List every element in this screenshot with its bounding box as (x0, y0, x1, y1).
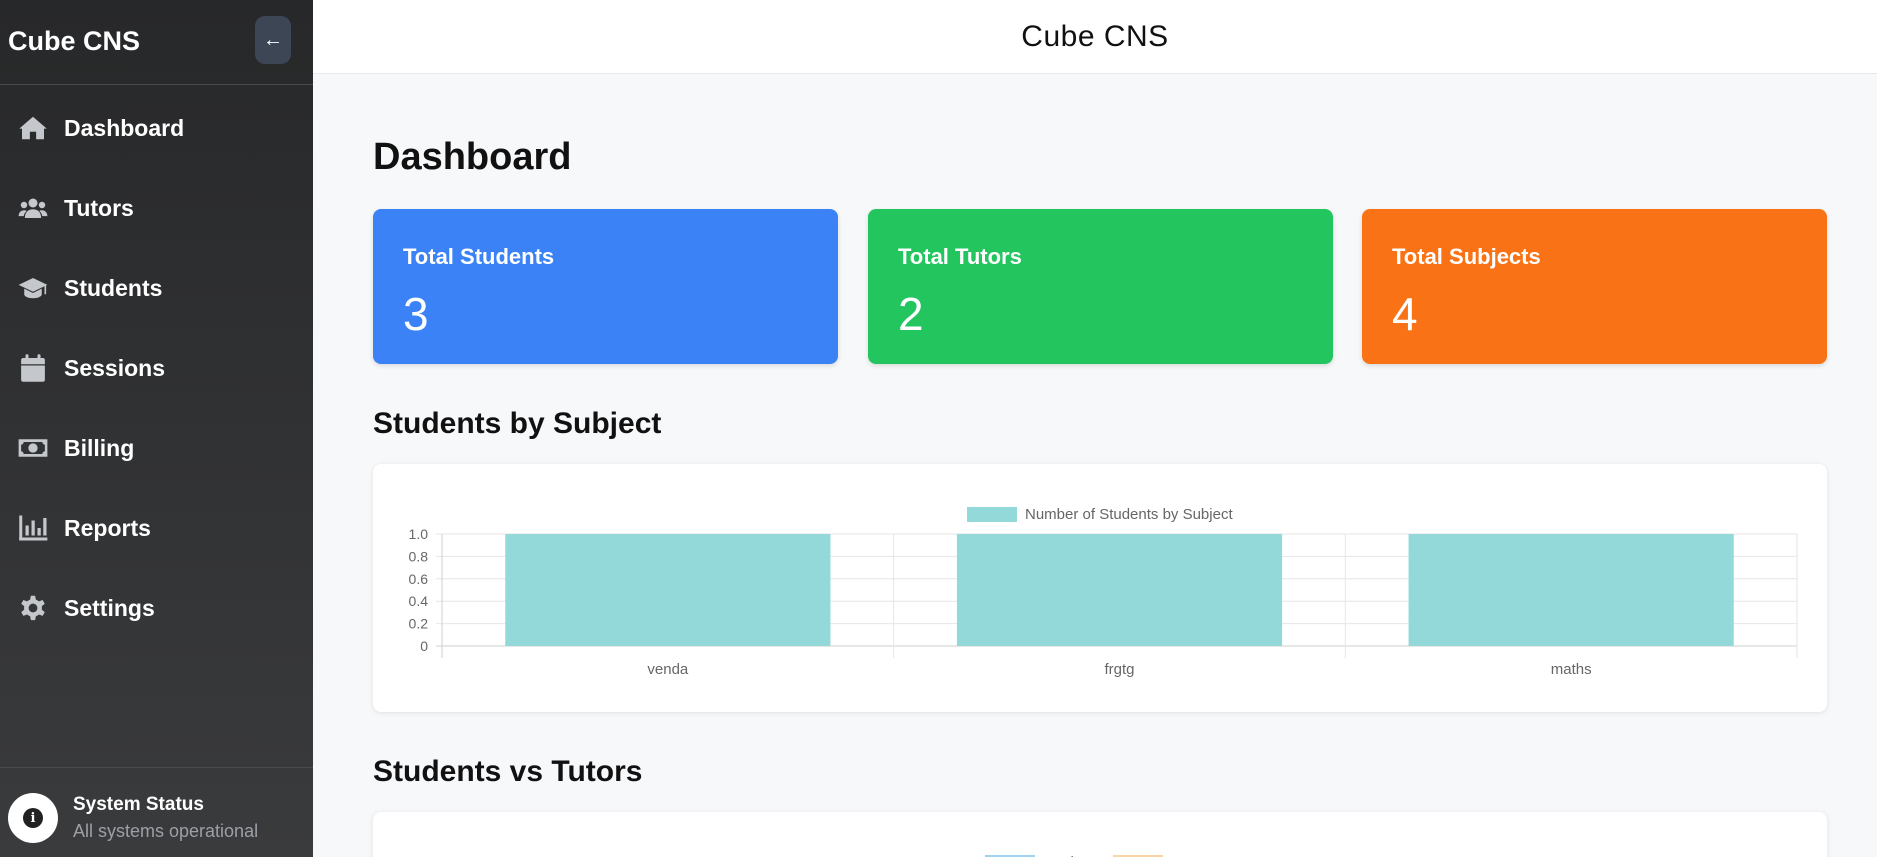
calendar-icon (18, 353, 48, 383)
sidebar-item-label: Tutors (64, 194, 134, 221)
sidebar-item-sessions[interactable]: Sessions (0, 328, 313, 408)
sidebar-item-reports[interactable]: Reports (0, 488, 313, 568)
sidebar-item-label: Students (64, 274, 163, 301)
x-tick-label: venda (647, 661, 689, 678)
money-icon (18, 433, 48, 463)
system-status-title: System Status (73, 794, 204, 815)
sidebar-item-label: Sessions (64, 354, 165, 381)
y-tick-label: 0 (420, 638, 428, 654)
bar-chart-icon (18, 513, 48, 543)
app-title: Cube CNS (1021, 19, 1169, 53)
sidebar-item-tutors[interactable]: Tutors (0, 168, 313, 248)
students-vs-tutors-chart-panel: StudentsTutors (373, 812, 1827, 857)
brand-logo-text: Cube CNS (8, 26, 141, 56)
sidebar-header: Cube CNS ← (0, 0, 313, 85)
sidebar-item-billing[interactable]: Billing (0, 408, 313, 488)
sidebar: Cube CNS ← Dashboard Tutors Students Ses… (0, 0, 313, 857)
legend-label: Number of Students by Subject (1025, 506, 1233, 523)
y-tick-label: 0.2 (409, 616, 429, 632)
stat-card-label: Total Subjects (1392, 244, 1541, 269)
collapse-sidebar-button[interactable]: ← (255, 16, 291, 64)
stat-card-total-students: Total Students 3 (373, 209, 838, 364)
stat-card-total-subjects: Total Subjects 4 (1362, 209, 1827, 364)
sidebar-item-label: Settings (64, 594, 155, 621)
stat-card-total-tutors: Total Tutors 2 (868, 209, 1333, 364)
stat-card-label: Total Tutors (898, 244, 1022, 269)
sidebar-item-dashboard[interactable]: Dashboard (0, 88, 313, 168)
y-tick-label: 0.6 (409, 571, 429, 587)
sidebar-nav: Dashboard Tutors Students Sessions Billi… (0, 88, 313, 648)
legend-swatch (967, 507, 1017, 522)
x-tick-label: maths (1551, 661, 1592, 678)
stat-card-label: Total Students (403, 244, 555, 269)
stat-card-value: 3 (403, 288, 429, 340)
sidebar-item-label: Dashboard (64, 114, 185, 141)
x-tick-label: frgtg (1104, 661, 1134, 678)
page-title: Dashboard (373, 136, 572, 178)
users-icon (18, 193, 48, 223)
section-title-students-by-subject: Students by Subject (373, 407, 662, 440)
y-tick-label: 1.0 (409, 526, 429, 542)
sidebar-item-students[interactable]: Students (0, 248, 313, 328)
y-tick-label: 0.4 (409, 593, 429, 609)
graduation-cap-icon (18, 273, 48, 303)
system-status: i System Status All systems operational (0, 767, 313, 857)
gear-icon (18, 593, 48, 623)
sidebar-item-settings[interactable]: Settings (0, 568, 313, 648)
arrow-left-icon: ← (263, 28, 283, 51)
students-by-subject-chart-panel: Number of Students by Subject 1.0 0.8 0.6 0.… (373, 464, 1827, 712)
stat-card-value: 2 (898, 288, 924, 340)
bar-frgtg (956, 534, 1283, 646)
top-bar: Cube CNS (313, 0, 1877, 74)
bar-maths (1408, 534, 1734, 646)
system-status-subtitle: All systems operational (73, 821, 259, 841)
stat-card-value: 4 (1392, 288, 1418, 340)
students-vs-tutors-chart: StudentsTutors (985, 854, 1213, 857)
section-title-students-vs-tutors: Students vs Tutors (373, 755, 643, 788)
info-icon: i (8, 793, 58, 843)
sidebar-item-label: Reports (64, 514, 151, 541)
home-icon (18, 113, 48, 143)
bar-venda (505, 534, 831, 646)
sidebar-item-label: Billing (64, 434, 135, 461)
students-by-subject-chart: Number of Students by Subject 1.0 0.8 0.6 0.… (409, 506, 1798, 678)
y-tick-label: 0.8 (409, 548, 429, 564)
